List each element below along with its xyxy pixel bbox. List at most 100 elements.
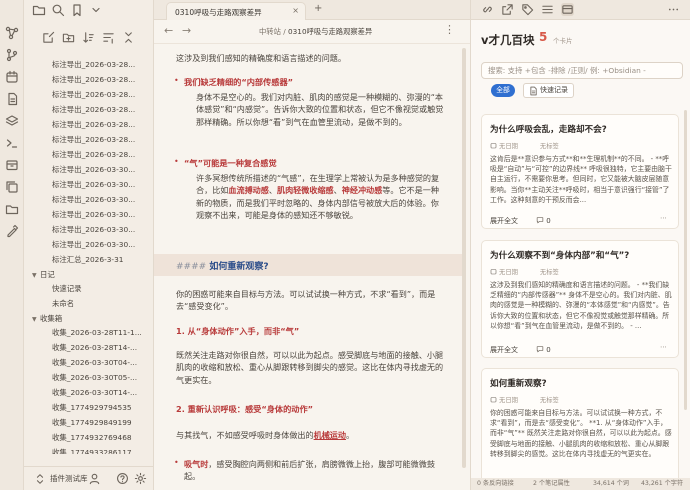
new-note-icon[interactable] <box>42 31 55 44</box>
file-item[interactable]: 收集_2026-03-30T04-... <box>52 356 148 370</box>
file-item[interactable]: 标注导出_2026-03-28... <box>52 148 148 162</box>
paragraph: 你的困惑可能来自目标与方法。可以试试换一种方式，不求“看到”，而是去“感受变化”… <box>176 289 436 312</box>
file-item[interactable]: 收集_1774929794535 <box>52 401 148 415</box>
file-item[interactable]: 标注导出_2026-03-30... <box>52 178 148 192</box>
list-icon[interactable] <box>541 3 554 16</box>
file-item[interactable]: 标注导出_2026-03-30... <box>52 163 148 177</box>
close-icon[interactable]: × <box>292 6 299 15</box>
ribbon <box>0 0 24 490</box>
card-date: 无日期 <box>490 397 528 404</box>
file-item[interactable]: 收集_2026-03-28T14-... <box>52 341 148 355</box>
sort-icon[interactable] <box>82 31 95 44</box>
file-item[interactable]: 标注导出_2026-03-28... <box>52 88 148 102</box>
file-item[interactable]: 收集_1774933286117 <box>52 446 148 454</box>
file-item[interactable]: 收集_2026-03-30T05-... <box>52 371 148 385</box>
file-item[interactable]: 收集_1774929849199 <box>52 416 148 430</box>
pen-tool-icon[interactable] <box>5 224 19 238</box>
search-icon[interactable] <box>51 3 65 17</box>
highlight-text: 神经冲动感 <box>341 185 383 196</box>
file-item[interactable]: 未命名 <box>52 297 148 311</box>
comment-count[interactable]: 0 <box>536 216 551 225</box>
new-folder-icon[interactable] <box>62 31 75 44</box>
card-meta: 无日期 无标签 <box>490 267 569 276</box>
folder-open-icon[interactable] <box>5 202 19 216</box>
editor-scrollbar[interactable] <box>462 48 466 468</box>
auto-reveal-icon[interactable] <box>102 31 115 44</box>
file-item[interactable]: 收集_2026-03-28T11-1... <box>52 326 148 340</box>
card-date-text: 无日期 <box>499 269 518 276</box>
status-properties[interactable]: 2 个笔记属性 <box>533 478 570 490</box>
document-icon[interactable] <box>5 92 19 106</box>
breadcrumb-folder[interactable]: 中转站 <box>259 27 281 36</box>
more-options-icon[interactable]: ⋯ <box>660 214 667 222</box>
card-title: 如何重新观察? <box>490 379 547 389</box>
file-item[interactable]: 标注汇总_2026-3-31 <box>52 253 148 267</box>
gear-icon[interactable] <box>134 472 147 485</box>
cards-view-icon[interactable] <box>561 3 574 16</box>
tag-icon[interactable] <box>521 3 534 16</box>
file-item[interactable]: 标注导出_2026-03-30... <box>52 193 148 207</box>
cards-scrollbar[interactable] <box>684 110 687 410</box>
more-options-icon[interactable] <box>667 3 680 16</box>
file-item[interactable]: 标注导出_2026-03-28... <box>52 133 148 147</box>
outgoing-link-icon[interactable] <box>501 3 514 16</box>
filter-all-chip[interactable]: 全部 <box>491 84 515 97</box>
text-run: 。 <box>346 430 355 440</box>
calendar-icon[interactable] <box>5 70 19 84</box>
status-backlinks[interactable]: 0 条反向链接 <box>477 478 514 490</box>
folder-diary[interactable]: ▼ 日记 <box>32 268 150 282</box>
vault-profile-icon[interactable] <box>88 472 101 485</box>
vault-icon[interactable] <box>34 473 46 485</box>
step-heading: 2. 重新认识呼吸：感受“身体的动作” <box>176 404 314 414</box>
bookmark-icon[interactable] <box>70 3 84 17</box>
editor-content[interactable]: 这涉及到我们感知的精确度和语言描述的问题。 • 我们缺乏精细的“内部传感器” 身… <box>154 44 470 490</box>
note-card[interactable]: 如何重新观察? 无日期 无标签 你的困惑可能来自目标与方法。可以试试换一种方式，… <box>481 368 679 480</box>
breadcrumb-file[interactable]: 0310呼吸与走路观察差异 <box>288 27 372 36</box>
layers-icon[interactable] <box>5 114 19 128</box>
document-icon <box>530 86 537 96</box>
more-options-icon[interactable]: ⋮ <box>444 23 455 36</box>
collapse-all-icon[interactable] <box>122 31 135 44</box>
tab-active-note[interactable]: 0310呼吸与走路观察差异 × <box>166 2 306 20</box>
file-item[interactable]: 收集_2026-03-30T14-... <box>52 386 148 400</box>
explorer-header <box>24 0 154 22</box>
copy-icon[interactable] <box>5 180 19 194</box>
file-item[interactable]: 标注导出_2026-03-28... <box>52 118 148 132</box>
folder-inbox[interactable]: ▼ 收集箱 <box>32 312 150 326</box>
folder-icon[interactable] <box>32 3 46 17</box>
search-input[interactable]: 搜索: 支持 +包含 -排除 /正则/ 例: +Obsidian - <box>481 62 683 79</box>
link-icon[interactable] <box>481 3 494 16</box>
forward-arrow-icon[interactable]: → <box>182 24 191 37</box>
note-card[interactable]: 为什么观察不到“身体内部”和“气”? 无日期 无标签 这涉及到我们感知的精确度和… <box>481 240 679 358</box>
comment-count[interactable]: 0 <box>536 345 551 354</box>
file-item[interactable]: 收集_1774932769468 <box>52 431 148 445</box>
note-card[interactable]: 为什么呼吸会乱，走路却不会? 无日期 无标签 这肯后是**意识参与方式**和**… <box>481 114 679 229</box>
new-tab-button[interactable]: + <box>314 3 322 14</box>
back-arrow-icon[interactable]: ← <box>164 24 173 37</box>
terminal-icon[interactable] <box>5 136 19 150</box>
quick-note-button[interactable]: 快速记录 <box>523 83 574 98</box>
comment-icon <box>536 346 544 353</box>
card-footer: 展开全文 0 ⋯ <box>490 343 667 355</box>
paragraph: 许多冥想传统所描述的“气感”，在生理学上常被认为是多种感觉的复合，比如血流搏动感… <box>196 173 440 220</box>
vault-switcher: 插件测试库 <box>24 466 154 490</box>
box-icon[interactable] <box>5 158 19 172</box>
card-date-text: 无日期 <box>499 397 518 404</box>
file-item[interactable]: 快速记录 <box>52 282 148 296</box>
chevron-down-icon[interactable] <box>89 3 103 17</box>
file-item[interactable]: 标注导出_2026-03-30... <box>52 223 148 237</box>
file-item[interactable]: 标注导出_2026-03-28... <box>52 58 148 72</box>
expand-button[interactable]: 展开全文 <box>490 346 518 354</box>
file-item[interactable]: 标注导出_2026-03-28... <box>52 73 148 87</box>
bullet-icon: • <box>174 458 179 467</box>
expand-button[interactable]: 展开全文 <box>490 217 518 225</box>
graph-icon[interactable] <box>5 26 19 40</box>
file-item[interactable]: 标注导出_2026-03-30... <box>52 238 148 252</box>
more-options-icon[interactable]: ⋯ <box>660 343 667 351</box>
git-branch-icon[interactable] <box>5 48 19 62</box>
card-meta: 无日期 无标签 <box>490 141 569 150</box>
file-item[interactable]: 标注导出_2026-03-28... <box>52 103 148 117</box>
help-icon[interactable] <box>116 472 129 485</box>
file-item[interactable]: 标注导出_2026-03-30... <box>52 208 148 222</box>
vault-name[interactable]: 插件测试库 <box>50 473 88 484</box>
